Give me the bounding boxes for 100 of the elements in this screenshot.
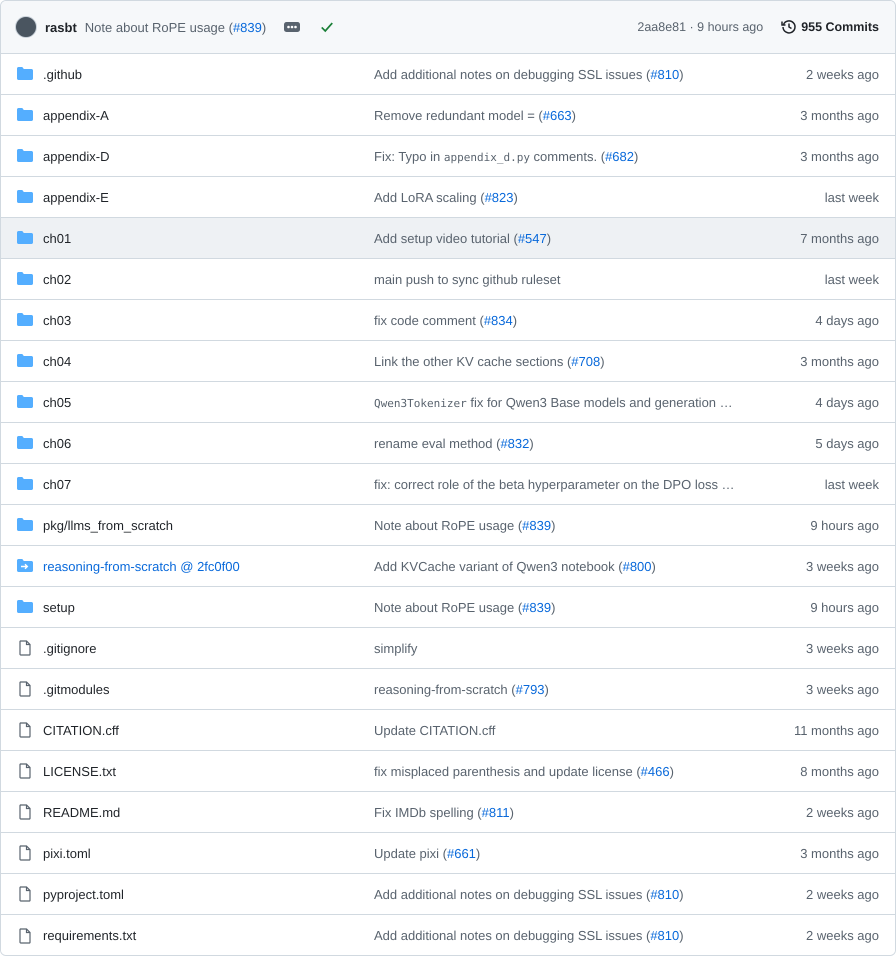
commit-date: 2 weeks ago (805, 804, 879, 820)
file-name-link[interactable]: appendix-A (43, 108, 109, 122)
commit-hash-link[interactable]: 2aa8e81 · 9 hours ago (637, 20, 764, 34)
commit-date: 5 days ago (814, 436, 879, 450)
pr-link[interactable]: #811 (482, 804, 510, 820)
commit-message: Note about RoPE usage (#839) (374, 518, 556, 532)
file-name-link[interactable]: .gitmodules (43, 682, 110, 696)
commit-message: Remove redundant model = (#663) (374, 108, 577, 122)
file-icon (17, 928, 33, 944)
pr-link[interactable]: #810 (650, 928, 680, 943)
file-icon (17, 640, 33, 656)
pr-link[interactable]: #800 (622, 558, 652, 574)
commit-message: Add setup video tutorial (#547) (374, 230, 552, 246)
file-name-link[interactable]: README.md (43, 804, 120, 820)
pr-link[interactable]: #466 (640, 764, 670, 778)
commit-date: 4 days ago (814, 394, 879, 410)
folder-icon (17, 312, 33, 328)
pr-link[interactable]: #839 (522, 518, 552, 532)
commit-date: 8 months ago (799, 764, 879, 778)
commit-message: Note about RoPE usage (#839) (374, 600, 556, 614)
pr-link[interactable]: #663 (542, 108, 572, 122)
commit-message: Qwen3Tokenizer fix for Qwen3 Base models and generation … (374, 394, 734, 410)
pr-link[interactable]: #661 (446, 846, 476, 860)
file-name-link[interactable]: pixi.toml (43, 846, 91, 860)
commit-date: 2 weeks ago (805, 66, 879, 82)
file-name-link[interactable]: ch03 (43, 312, 72, 328)
folder-icon (17, 230, 33, 246)
folder-icon (17, 107, 33, 123)
commit-message: fix code comment (#834) (374, 312, 518, 328)
pr-link[interactable]: #793 (516, 682, 545, 696)
commit-date: 3 weeks ago (805, 640, 879, 656)
file-name-link[interactable]: appendix-D (43, 148, 110, 164)
commit-message: rename eval method (#832) (374, 436, 535, 450)
file-name-link[interactable]: ch01 (43, 230, 72, 246)
commit-date: 4 days ago (814, 312, 879, 328)
ellipsis-icon (284, 22, 300, 32)
file-row[interactable]: ch01 Add setup video tutorial (#547) 7 months ago (1, 218, 895, 259)
pr-link[interactable]: #547 (518, 230, 547, 246)
commit-message: Add LoRA scaling (#823) (374, 190, 519, 204)
commit-date: 2 weeks ago (805, 928, 879, 943)
commit-date: last week (824, 190, 879, 204)
file-name-link[interactable]: LICENSE.txt (43, 764, 116, 778)
pr-link[interactable]: #823 (484, 190, 514, 204)
file-name-link[interactable]: CITATION.cff (43, 722, 119, 738)
commit-date: 9 hours ago (809, 518, 879, 532)
file-name-link[interactable]: setup (43, 600, 75, 614)
commit-date: 3 months ago (799, 846, 879, 860)
commit-message: Add additional notes on debugging SSL issues (#810) (374, 66, 685, 82)
commit-date: last week (824, 476, 879, 492)
file-name-link[interactable]: reasoning-from-scratch @ 2fc0f00 (43, 558, 240, 574)
file-name-link[interactable]: .github (43, 66, 82, 82)
file-name-link[interactable]: pyproject.toml (43, 886, 124, 902)
file-name-link[interactable]: ch04 (43, 354, 72, 368)
file-name-link[interactable]: appendix-E (43, 190, 109, 204)
file-icon (17, 722, 33, 738)
pr-link[interactable]: #839 (522, 600, 552, 614)
commit-date: last week (824, 272, 879, 286)
commit-message: Add additional notes on debugging SSL issues (#810) (374, 928, 685, 943)
commit-date: 11 months ago (792, 722, 879, 738)
commits-link[interactable]: 955 Commits (781, 19, 879, 35)
folder-icon (17, 517, 33, 533)
folder-icon (17, 148, 33, 164)
folder-icon (17, 189, 33, 205)
file-name-link[interactable]: requirements.txt (43, 928, 136, 943)
commit-message: Note about RoPE usage (#839) (84, 20, 266, 34)
avatar-icon[interactable] (15, 16, 37, 38)
commit-date: 3 weeks ago (805, 682, 879, 696)
author-link[interactable]: rasbt (45, 20, 77, 34)
commit-date: 3 months ago (799, 108, 879, 122)
commit-message: Link the other KV cache sections (#708) (374, 354, 606, 368)
folder-icon (17, 394, 33, 410)
check-icon[interactable] (320, 20, 334, 34)
commit-message: Add additional notes on debugging SSL issues (#810) (374, 886, 685, 902)
commit-date: 2 weeks ago (805, 886, 879, 902)
pr-link[interactable]: #682 (605, 148, 634, 164)
file-name-link[interactable]: ch02 (43, 272, 72, 286)
file-name-link[interactable]: ch06 (43, 436, 72, 450)
folder-icon (17, 271, 33, 287)
commit-message: fix misplaced parenthesis and update license (#466) (374, 764, 675, 778)
pr-link[interactable]: #839 (232, 20, 262, 34)
commit-date: 9 hours ago (809, 600, 879, 614)
pr-link[interactable]: #832 (500, 436, 530, 450)
file-name-link[interactable]: pkg/llms_from_scratch (43, 518, 174, 532)
commit-message: Add KVCache variant of Qwen3 notebook (#800) (374, 558, 657, 574)
history-icon (781, 19, 798, 35)
pr-link[interactable]: #810 (650, 886, 680, 902)
commit-message: fix: correct role of the beta hyperparameter on the DPO loss … (374, 476, 736, 492)
commit-date: 3 months ago (799, 354, 879, 368)
pr-link[interactable]: #810 (650, 66, 680, 82)
pr-link[interactable]: #708 (571, 354, 600, 368)
commit-message: Update pixi (#661) (374, 846, 482, 860)
commit-date: 3 months ago (799, 148, 879, 164)
file-name-link[interactable]: ch07 (43, 476, 72, 492)
submodule-folder-icon (17, 558, 33, 574)
folder-icon (17, 476, 33, 492)
folder-icon (17, 353, 33, 369)
file-name-link[interactable]: ch05 (43, 394, 72, 410)
pr-link[interactable]: #834 (484, 312, 513, 328)
file-name-link[interactable]: .gitignore (43, 640, 96, 656)
commit-message: Fix IMDb spelling (#811) (374, 804, 515, 820)
